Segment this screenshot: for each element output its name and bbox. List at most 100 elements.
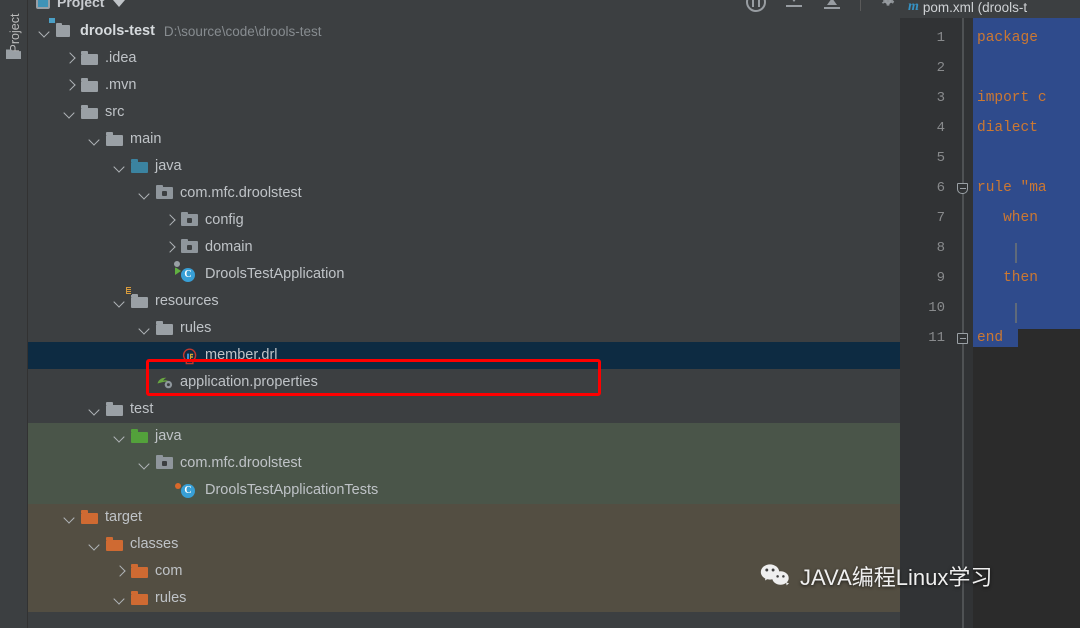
chevron-down-icon[interactable] [90,134,101,145]
chevron-down-icon[interactable] [90,404,101,415]
tree-row[interactable]: test [28,396,900,423]
chevron-right-icon[interactable] [165,242,176,253]
chevron-right-icon[interactable] [165,215,176,226]
tree-row[interactable]: rules [28,315,900,342]
tree-row[interactable]: config [28,207,900,234]
tree-row[interactable]: com.mfc.droolstest [28,450,900,477]
chevron-right-icon[interactable] [115,566,126,577]
code-line: dialect [977,120,1038,136]
tree-row-label: member.drl [205,347,278,363]
left-tool-strip: Project [0,0,28,628]
chevron-down-icon[interactable] [113,0,126,7]
excluded-folder-icon [131,564,148,579]
tree-row-label: com.mfc.droolstest [180,455,302,471]
editor-code-area[interactable]: package import c dialect rule "ma when then… [973,18,1080,628]
watermark-text: JAVA编程Linux学习 [800,565,993,590]
chevron-down-icon[interactable] [115,431,126,442]
code-line: rule "ma [977,180,1047,196]
gear-icon[interactable] [879,0,899,12]
tree-row[interactable]: target [28,504,900,531]
test-class-icon: C [175,483,198,498]
tree-row-label: rules [180,320,212,336]
line-number: 2 [936,60,945,76]
code-fold-icon[interactable] [957,333,968,344]
chevron-down-icon[interactable] [115,161,126,172]
line-number: 3 [936,90,945,106]
tree-row[interactable]: .idea [28,45,900,72]
spring-properties-icon [156,375,173,390]
tree-row[interactable]: resources [28,286,900,315]
chevron-down-icon[interactable] [140,323,151,334]
bug-icon[interactable] [746,0,766,12]
chevron-down-icon[interactable] [40,26,51,37]
tree-row[interactable]: classes [28,531,900,558]
indent-guide [1015,243,1017,263]
tree-row-label: .idea [105,50,137,66]
tree-row[interactable]: .mvn [28,72,900,99]
excluded-folder-icon [81,510,98,525]
code-line: package [977,30,1038,46]
toolbar-divider [860,0,861,11]
tree-row-label: java [155,158,182,174]
chevron-down-icon[interactable] [90,539,101,550]
tree-row[interactable]: java [28,423,900,450]
tree-row-label: drools-test [80,23,155,39]
chevron-down-icon[interactable] [115,296,126,307]
chevron-down-icon[interactable] [65,512,76,523]
folder-icon[interactable] [6,47,21,59]
tree-row-label: config [205,212,244,228]
tree-row[interactable]: com.mfc.droolstest [28,180,900,207]
package-icon [156,455,173,471]
chevron-right-icon[interactable] [65,80,76,91]
tree-row[interactable]: src [28,99,900,126]
chevron-down-icon[interactable] [65,107,76,118]
module-icon [48,18,73,39]
collapse-all-icon[interactable] [784,0,804,12]
expand-all-icon[interactable] [822,0,842,12]
chevron-down-icon[interactable] [115,593,126,604]
tree-row[interactable]: domain [28,234,900,261]
project-tree[interactable]: drools-test D:\source\code\drools-test .id… [28,18,900,628]
package-icon [156,185,173,201]
line-number: 7 [936,210,945,226]
tree-row[interactable]: drools-test D:\source\code\drools-test [28,18,900,45]
tree-row[interactable]: java [28,153,900,180]
line-number: 1 [936,30,945,46]
chevron-right-icon[interactable] [65,53,76,64]
tree-row[interactable]: main [28,126,900,153]
package-icon [181,212,198,228]
tree-row-label: test [130,401,154,417]
spring-boot-class-icon: C [173,260,198,282]
test-sources-folder-icon [131,429,148,444]
editor-pane[interactable]: m pom.xml (drools-t 1 2 3 4 5 6 7 8 9 10 11 packag… [900,0,1080,628]
project-path-label: D:\source\code\drools-test [163,24,322,39]
tree-row-label: classes [130,536,179,552]
tree-row[interactable]: C DroolsTestApplication [28,260,900,288]
drl-file-icon [181,348,198,365]
wechat-watermark: JAVA编程Linux学习 [760,560,992,592]
tree-row[interactable]: application.properties [28,369,900,396]
editor-tab-label: pom.xml (drools-t [922,0,1028,15]
sources-folder-icon [131,159,148,174]
project-panel-header: Project [28,0,935,18]
tree-row[interactable]: C DroolsTestApplicationTests [28,477,900,504]
folder-icon [81,78,98,93]
project-panel-icon [36,0,50,9]
code-line: import c [977,90,1047,106]
code-line: when [977,210,1038,226]
editor-gutter[interactable]: 1 2 3 4 5 6 7 8 9 10 11 [900,18,973,628]
chevron-down-icon[interactable] [140,458,151,469]
tree-row-label: .mvn [105,77,137,93]
editor-background-fill [1018,329,1080,354]
editor-tab-pom-xml[interactable]: m pom.xml (drools-t [900,0,1080,18]
tree-row-label: DroolsTestApplication [205,266,345,282]
code-line: end [977,330,1004,346]
line-number: 9 [936,270,945,286]
code-fold-icon[interactable] [957,183,968,194]
chevron-down-icon[interactable] [140,188,151,199]
tree-row[interactable]: member.drl [28,342,900,369]
resources-folder-icon [125,286,148,309]
excluded-folder-icon [131,591,148,606]
tree-row-label: resources [155,293,219,309]
tree-row-label: com [155,563,183,579]
